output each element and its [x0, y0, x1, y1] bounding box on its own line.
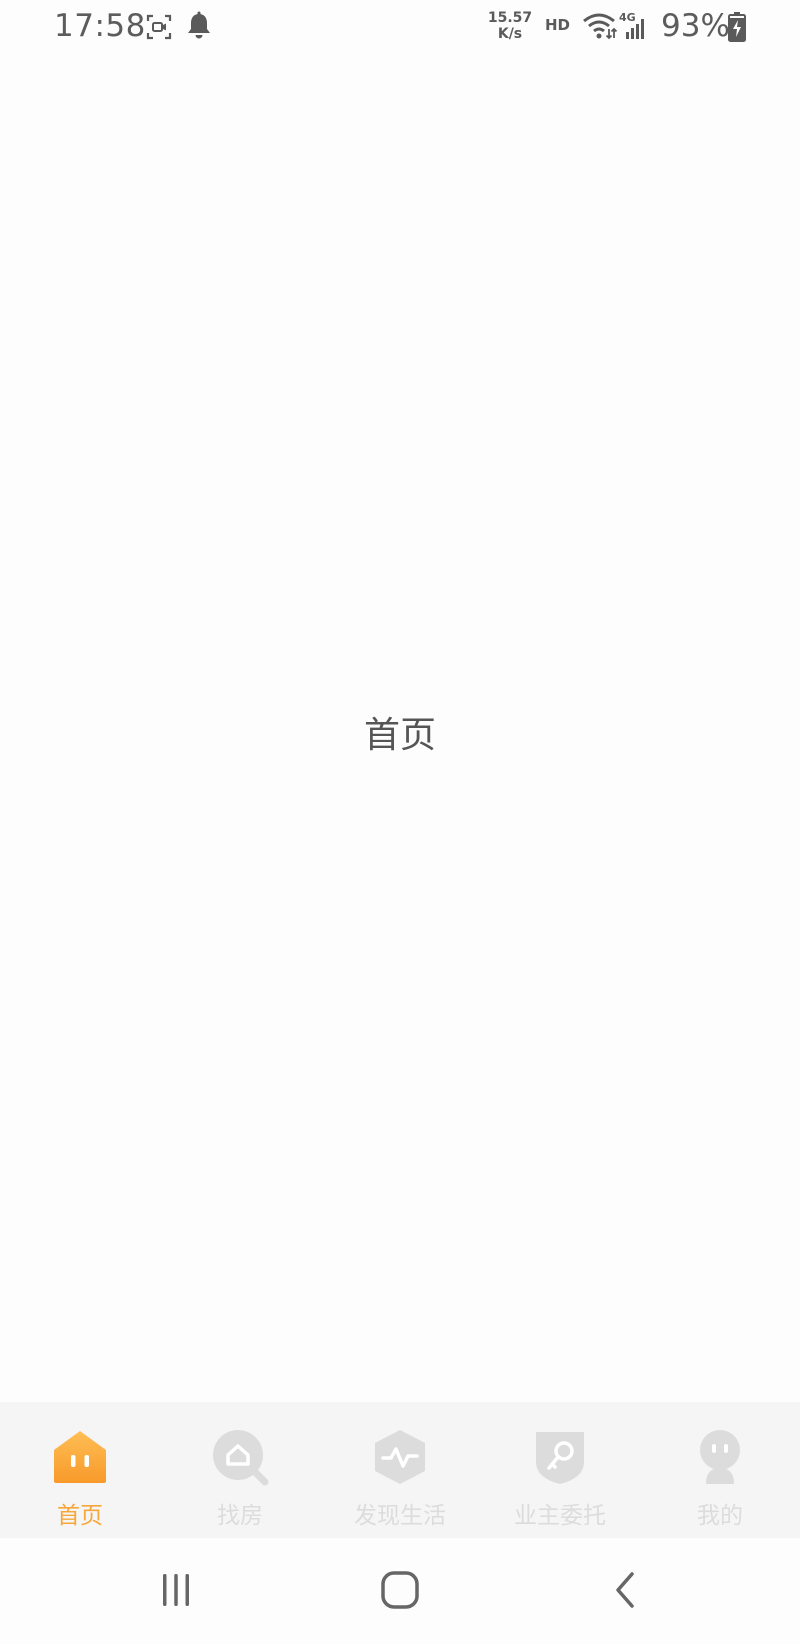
battery-percent: 93% — [661, 8, 730, 44]
tab-profile-label: 我的 — [697, 1503, 743, 1529]
tab-home[interactable]: 首页 — [0, 1402, 160, 1538]
back-icon — [616, 1572, 634, 1608]
battery-charging-icon — [728, 12, 746, 42]
network-type-label: 4G — [619, 11, 636, 24]
system-navigation-bar — [0, 1538, 800, 1644]
page-title: 首页 — [363, 715, 436, 756]
tab-discover-life-label: 发现生活 — [354, 1503, 446, 1529]
tab-profile[interactable]: 我的 — [640, 1402, 800, 1538]
notification-bell-icon — [188, 11, 210, 39]
hd-badge: HD — [545, 16, 571, 34]
tab-find-house[interactable]: 找房 — [160, 1402, 320, 1538]
network-speed: 15.57 K/s — [486, 10, 534, 42]
tab-find-house-label: 找房 — [217, 1503, 263, 1529]
recent-apps-icon — [163, 1574, 189, 1606]
bottom-tab-bar: 首页 找房 发现生活 业主委托 我的 — [0, 1402, 800, 1538]
back-button[interactable] — [596, 1560, 656, 1620]
screen-record-icon — [146, 14, 172, 40]
network-speed-value: 15.57 — [487, 10, 533, 26]
owner-entrust-icon — [536, 1432, 584, 1484]
tab-discover-life[interactable]: 发现生活 — [320, 1402, 480, 1538]
network-speed-unit: K/s — [497, 26, 523, 42]
tab-home-label: 首页 — [57, 1503, 103, 1529]
recent-apps-button[interactable] — [146, 1560, 206, 1620]
home-button-icon — [381, 1571, 419, 1609]
status-bar: 17:58 15.57 K/s HD 4G 93% — [0, 0, 800, 56]
home-button[interactable] — [370, 1560, 430, 1620]
discover-life-icon — [375, 1430, 425, 1484]
find-house-icon — [213, 1430, 269, 1486]
signal-4g-icon: 4G — [619, 11, 644, 39]
status-time: 17:58 — [54, 8, 146, 44]
tab-owner-entrust[interactable]: 业主委托 — [480, 1402, 640, 1538]
profile-icon — [700, 1430, 740, 1484]
home-icon — [54, 1431, 106, 1483]
tab-owner-entrust-label: 业主委托 — [514, 1503, 606, 1529]
wifi-icon — [583, 13, 618, 40]
app-screen: 17:58 15.57 K/s HD 4G 93% 首页 首页 找房 发现生活 … — [0, 0, 800, 1644]
